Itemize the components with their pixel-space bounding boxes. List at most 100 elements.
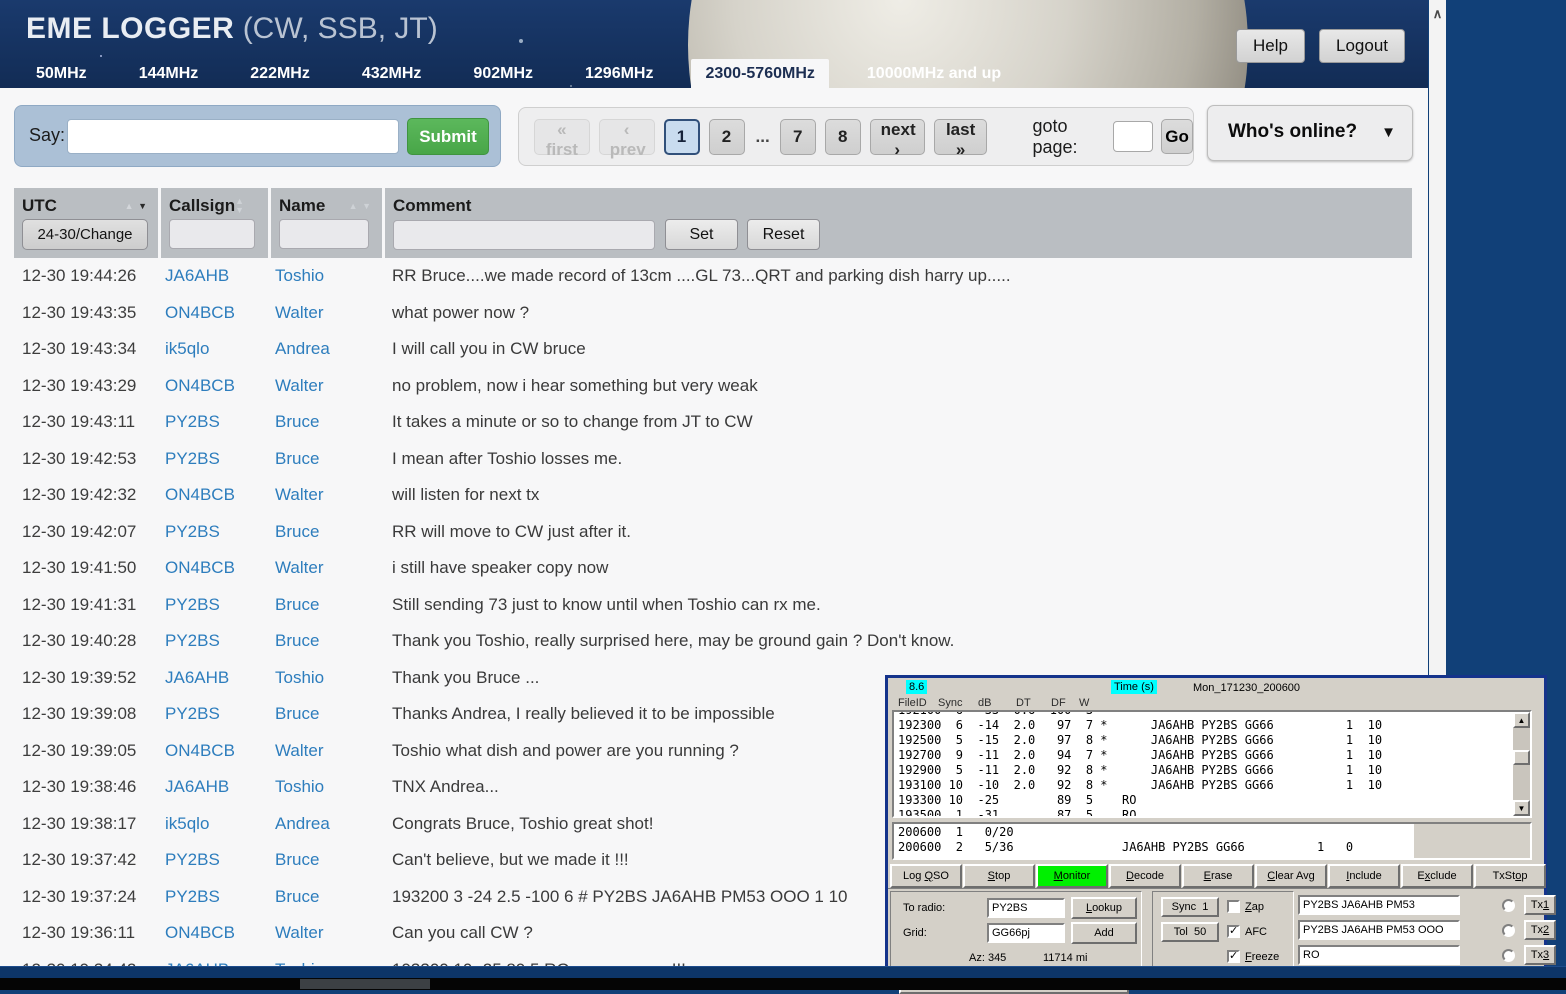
reset-button[interactable]: Reset <box>747 219 820 250</box>
page-button-1[interactable]: 1 <box>664 119 700 155</box>
go-button[interactable]: Go <box>1161 119 1193 154</box>
horizontal-scrollbar-thumb[interactable] <box>300 979 430 989</box>
tab-902mhz[interactable]: 902MHz <box>459 59 547 88</box>
monitor-button[interactable]: Monitor <box>1036 864 1108 888</box>
row-callsign-link[interactable]: PY2BS <box>164 887 274 907</box>
decode-button[interactable]: Decode <box>1109 864 1181 888</box>
add-button[interactable]: Add <box>1071 922 1137 944</box>
submit-button[interactable]: Submit <box>407 118 489 155</box>
grid-input[interactable] <box>987 923 1065 943</box>
page-button-2[interactable]: 2 <box>709 119 745 155</box>
row-name-link[interactable]: Bruce <box>274 631 384 651</box>
tx3-message-input[interactable] <box>1298 945 1460 965</box>
row-callsign-link[interactable]: ik5qlo <box>164 339 274 359</box>
callsign-sort-icons[interactable]: ▲ ▼ <box>235 197 260 215</box>
set-button[interactable]: Set <box>665 219 738 250</box>
exclude-button[interactable]: Exclude <box>1401 864 1473 888</box>
row-name-link[interactable]: Andrea <box>274 339 384 359</box>
erase-button[interactable]: Erase <box>1182 864 1254 888</box>
tab-10000mhz-and-up[interactable]: 10000MHz and up <box>853 59 1015 88</box>
row-callsign-link[interactable]: PY2BS <box>164 412 274 432</box>
row-name-link[interactable]: Bruce <box>274 704 384 724</box>
row-name-link[interactable]: Bruce <box>274 412 384 432</box>
logout-button[interactable]: Logout <box>1319 29 1405 63</box>
sync-spinbox[interactable]: Sync 1 <box>1161 897 1219 917</box>
tol-spinbox[interactable]: Tol 50 <box>1161 922 1219 942</box>
row-callsign-link[interactable]: PY2BS <box>164 704 274 724</box>
utc-sort-icons[interactable]: ▲ ▼ <box>125 202 150 211</box>
utc-range-change-button[interactable]: 24-30/Change <box>22 219 148 250</box>
row-callsign-link[interactable]: PY2BS <box>164 449 274 469</box>
scrollbar-thumb[interactable] <box>1513 750 1530 765</box>
sort-asc-icon[interactable]: ▲ <box>125 201 135 211</box>
row-name-link[interactable]: Bruce <box>274 522 384 542</box>
tx1-message-input[interactable] <box>1298 895 1460 915</box>
sort-desc-icon[interactable]: ▼ <box>362 201 372 211</box>
tab-1296mhz[interactable]: 1296MHz <box>571 59 667 88</box>
tx1-button[interactable]: Tx1 <box>1524 895 1556 915</box>
row-name-link[interactable]: Bruce <box>274 449 384 469</box>
row-callsign-link[interactable]: PY2BS <box>164 522 274 542</box>
row-callsign-link[interactable]: ON4BCB <box>164 741 274 761</box>
page-button-7[interactable]: 7 <box>780 119 816 155</box>
tx2-radio-button[interactable] <box>1502 924 1515 937</box>
scroll-up-icon[interactable]: ∧ <box>1429 6 1446 22</box>
row-callsign-link[interactable]: ON4BCB <box>164 485 274 505</box>
wsjt-decode-scrollbar[interactable]: ▲ ▼ <box>1513 712 1530 816</box>
row-name-link[interactable]: Walter <box>274 923 384 943</box>
checkbox-checked-icon[interactable]: ✓ <box>1227 925 1240 938</box>
row-callsign-link[interactable]: ON4BCB <box>164 376 274 396</box>
row-callsign-link[interactable]: JA6AHB <box>164 777 274 797</box>
page-button-prev[interactable]: ‹ prev <box>599 119 655 155</box>
row-name-link[interactable]: Toshio <box>274 668 384 688</box>
afc-checkbox[interactable]: ✓ AFC <box>1227 925 1267 938</box>
row-name-link[interactable]: Walter <box>274 741 384 761</box>
row-callsign-link[interactable]: PY2BS <box>164 595 274 615</box>
row-callsign-link[interactable]: JA6AHB <box>164 668 274 688</box>
log-qso-button[interactable]: Log QSO <box>890 864 962 888</box>
tx3-radio-button[interactable] <box>1502 949 1515 962</box>
whos-online-dropdown[interactable]: Who's online? ▼ <box>1207 105 1413 161</box>
row-name-link[interactable]: Toshio <box>274 777 384 797</box>
row-callsign-link[interactable]: PY2BS <box>164 631 274 651</box>
row-callsign-link[interactable]: ON4BCB <box>164 303 274 323</box>
callsign-filter-input[interactable] <box>169 219 255 249</box>
tx2-button[interactable]: Tx2 <box>1524 920 1556 940</box>
tab-432mhz[interactable]: 432MHz <box>348 59 436 88</box>
row-name-link[interactable]: Walter <box>274 376 384 396</box>
scroll-down-icon[interactable]: ▼ <box>1513 800 1530 816</box>
row-callsign-link[interactable]: ON4BCB <box>164 558 274 578</box>
checkbox-icon[interactable] <box>1227 900 1240 913</box>
tab-50mhz[interactable]: 50MHz <box>22 59 101 88</box>
tx3-button[interactable]: Tx3 <box>1524 945 1556 965</box>
page-button-8[interactable]: 8 <box>825 119 861 155</box>
help-button[interactable]: Help <box>1236 29 1305 63</box>
goto-page-input[interactable] <box>1113 121 1153 152</box>
row-name-link[interactable]: Walter <box>274 485 384 505</box>
tab-222mhz[interactable]: 222MHz <box>236 59 324 88</box>
comment-filter-input[interactable] <box>393 220 655 250</box>
row-name-link[interactable]: Andrea <box>274 814 384 834</box>
row-callsign-link[interactable]: ik5qlo <box>164 814 274 834</box>
page-button-last[interactable]: last » <box>934 119 988 155</box>
tab-144mhz[interactable]: 144MHz <box>125 59 213 88</box>
page-button-first[interactable]: « first <box>534 119 590 155</box>
stop-button[interactable]: Stop <box>963 864 1035 888</box>
lookup-button[interactable]: Lookup <box>1071 897 1137 919</box>
include-button[interactable]: Include <box>1328 864 1400 888</box>
sort-desc-icon[interactable]: ▼ <box>235 205 245 215</box>
zap-checkbox[interactable]: Zap <box>1227 900 1264 913</box>
txstop-button[interactable]: TxStop <box>1474 864 1546 888</box>
row-callsign-link[interactable]: JA6AHB <box>164 266 274 286</box>
row-name-link[interactable]: Walter <box>274 303 384 323</box>
row-name-link[interactable]: Toshio <box>274 266 384 286</box>
tab-2300-5760mhz[interactable]: 2300-5760MHz <box>691 59 828 88</box>
row-name-link[interactable]: Bruce <box>274 595 384 615</box>
name-filter-input[interactable] <box>279 219 369 249</box>
clear-avg-button[interactable]: Clear Avg <box>1255 864 1327 888</box>
say-input[interactable] <box>67 119 399 154</box>
sort-desc-icon[interactable]: ▼ <box>138 201 148 211</box>
to-radio-input[interactable] <box>987 898 1065 918</box>
checkbox-checked-icon[interactable]: ✓ <box>1227 950 1240 963</box>
page-button-next[interactable]: next › <box>870 119 925 155</box>
